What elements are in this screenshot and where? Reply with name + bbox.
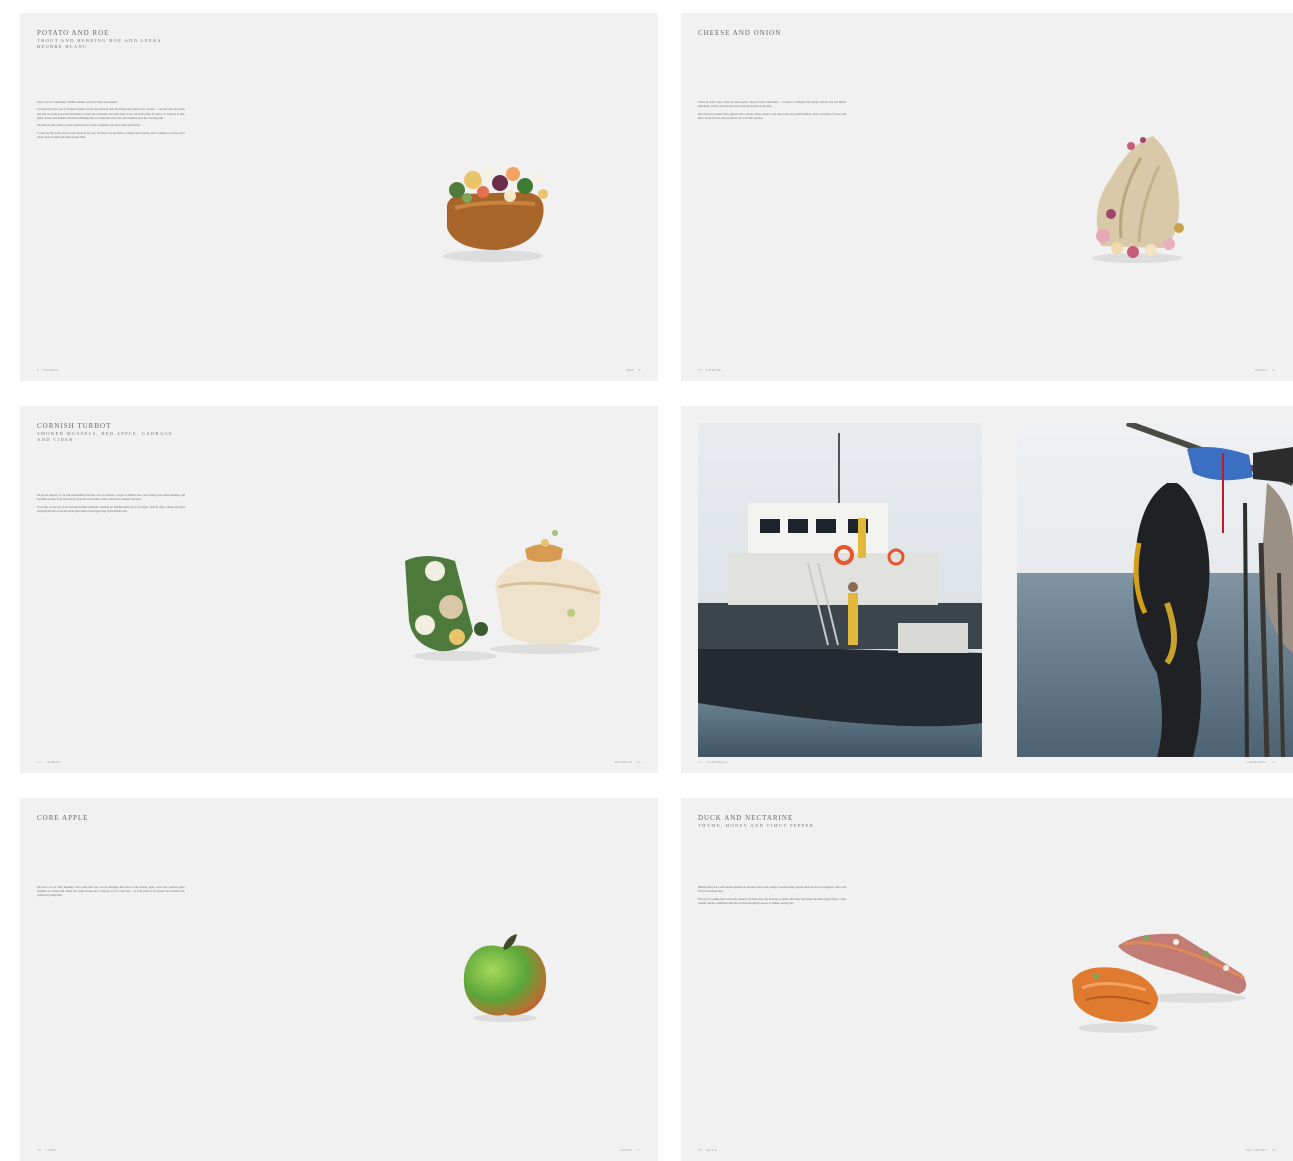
recipe-body: British poultry has a well-earned reputa… [698, 886, 846, 909]
spread-cornwall-photos: 14 · CORNWALL CORNWALL · 15 [681, 406, 1293, 773]
fishing-boat-photo [698, 423, 982, 757]
body-paragraph: Growing up by the coast of Northern Irel… [37, 108, 185, 120]
mussel-rope-photo [1017, 423, 1293, 757]
folio-left: 8 · POTATO [37, 368, 59, 372]
spread-cornish-turbot: CORNISH TURBOT SMOKED MUSSELS, RED APPLE… [20, 406, 658, 773]
recipe-title: DUCK AND NECTARINE [698, 814, 794, 822]
body-paragraph: We plated it with a cured roe, then a be… [37, 124, 141, 128]
body-paragraph: Our version is a baked onion, layered wi… [698, 112, 846, 120]
duck-dish-image [1072, 933, 1247, 1033]
folio-right: MUSSELS · 13 [614, 760, 641, 764]
recipe-title: CORNISH TURBOT [37, 422, 112, 430]
body-paragraph: To do this, we use one of our favourite … [37, 505, 185, 513]
body-paragraph: British poultry has a well-earned reputa… [698, 886, 846, 894]
body-paragraph: This is one of Cornish Amy's childhood d… [37, 101, 119, 104]
recipe-title: CHEESE AND ONION [698, 29, 782, 37]
recipe-subtitle: SMOKED MUSSELS, RED APPLE, CABBAGE AND C… [37, 431, 174, 442]
folio-left: 10 · CHEESE [698, 368, 722, 372]
turbot-dish-image [405, 530, 601, 661]
folio-left: 18 · DUCK [698, 1148, 718, 1152]
folio-left: 14 · CORNWALL [698, 760, 728, 764]
folio-right: APPLE · 17 [620, 1148, 641, 1152]
folio-right: ONION · 11 [1254, 368, 1276, 372]
folio-right: ROE · 9 [626, 368, 641, 372]
folio-right: CORNWALL · 15 [1246, 760, 1276, 764]
recipe-title: POTATO AND ROE [37, 29, 110, 37]
spread-duck-and-nectarine: DUCK AND NECTARINE THYME, HONEY AND TIMU… [681, 798, 1293, 1161]
body-paragraph: We get the majority of our fish and shel… [37, 494, 185, 502]
body-paragraph: We look to do the little 'Ripening' with… [37, 886, 185, 898]
recipe-body: This is one of Cornish Amy's childhood d… [37, 101, 185, 143]
recipe-body: We get the majority of our fish and shel… [37, 494, 185, 517]
spread-cheese-and-onion: CHEESE AND ONION Cheese & onion crisps, … [681, 13, 1293, 381]
recipe-title: CORE APPLE [37, 814, 89, 822]
apple-dish-image [463, 934, 547, 1022]
recipe-body: We look to do the little 'Ripening' with… [37, 886, 185, 902]
folio-left: 16 · CORE [37, 1148, 56, 1152]
potato-dish-image [443, 167, 548, 262]
recipe-body: Cheese & onion crisps, cheese & onion pa… [698, 101, 846, 124]
folio-left: 12 · TURBOT [37, 760, 62, 764]
body-paragraph: This way of cooking duck was slowly refi… [698, 897, 846, 905]
spread-core-apple: CORE APPLE We look to do the little 'Rip… [20, 798, 658, 1161]
body-paragraph: I would say this potato and roe will alw… [37, 131, 185, 139]
spread-potato-and-roe: POTATO AND ROE TROUT AND HERRING ROE AND… [20, 13, 658, 381]
onion-dish-image [1092, 136, 1184, 263]
body-paragraph: Cheese & onion crisps, cheese & onion pa… [698, 101, 846, 109]
recipe-subtitle: TROUT AND HERRING ROE AND LEEKS BEURRE B… [37, 38, 162, 49]
folio-right: NECTARINE · 19 [1245, 1148, 1276, 1152]
recipe-subtitle: THYME, HONEY AND TIMUT PEPPER [698, 823, 815, 828]
